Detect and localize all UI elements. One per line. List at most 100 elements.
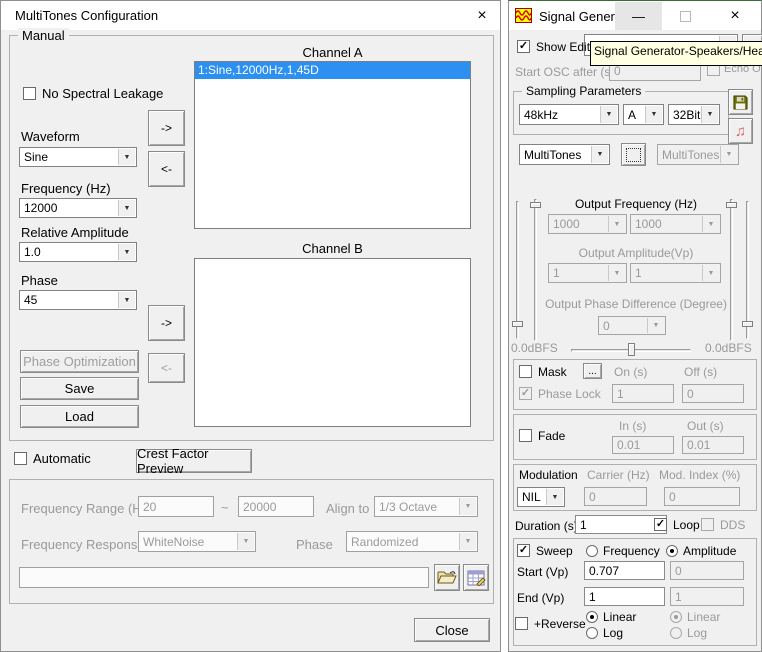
edit-table-button[interactable] [463,564,489,591]
maximize-button[interactable] [662,2,709,30]
mod-index-field[interactable]: 0 [664,487,740,506]
chevron-down-icon[interactable]: ▼ [118,200,135,216]
close-icon: × [730,7,739,25]
no-spectral-leakage-checkbox[interactable]: No Spectral Leakage [23,87,163,102]
chevron-down-icon[interactable]: ▼ [701,106,718,123]
signal-options-button[interactable] [621,143,646,166]
chevron-down-icon[interactable]: ▼ [645,106,662,123]
show-editor-checkbox[interactable]: ✓ Show Editor [517,40,601,54]
play-notes-button[interactable]: ♫ [728,118,753,144]
modulation-type-select[interactable]: NIL ▼ [517,487,565,507]
sweep-amplitude-radio[interactable]: Amplitude [666,544,736,558]
slider-handle[interactable] [742,321,753,327]
align-to-select[interactable]: 1/3 Octave ▼ [374,496,478,517]
multitones-titlebar[interactable]: MultiTones Configuration × [1,1,500,30]
scale-a-log-radio[interactable]: Log [586,626,623,640]
save-button[interactable]: Save [20,377,139,400]
output-frequency-a-select[interactable]: 1000 ▼ [548,214,627,234]
sweep-start-b-field[interactable]: 0 [670,561,744,580]
scale-b-linear-radio[interactable]: Linear [670,610,720,624]
mask-on-field[interactable]: 1 [612,384,674,403]
radio-circle [586,627,598,639]
signal-generator-app-icon [515,8,532,23]
mask-more-button[interactable]: ... [583,363,602,379]
fade-in-field[interactable]: 0.01 [612,436,674,454]
minimize-icon: — [632,9,645,24]
channel-a-list[interactable]: 1:Sine,12000Hz,1,45D [194,61,471,229]
phase-select[interactable]: 45 ▼ [19,290,137,310]
phase-optimization-button[interactable]: Phase Optimization [20,350,139,373]
load-button[interactable]: Load [20,405,139,428]
bit-depth-select[interactable]: 32Bit ▼ [668,104,720,125]
multitones-configuration-window: MultiTones Configuration × Manual No Spe… [0,0,501,652]
slider-handle[interactable] [512,321,523,327]
loop-checkbox[interactable]: ✓ Loop [654,518,700,532]
auto-phase-select[interactable]: Randomized ▼ [346,531,478,552]
dds-checkbox[interactable]: DDS [701,518,745,532]
close-dialog-button[interactable]: Close [414,618,490,642]
channel-b-list[interactable] [194,258,471,427]
range-from-field[interactable]: 20 [138,496,214,517]
level-slider-a-outer[interactable] [516,201,519,339]
slider-handle[interactable] [628,343,635,356]
channel-select[interactable]: A ▼ [623,104,664,125]
sweep-frequency-radio[interactable]: Frequency [586,544,660,558]
sweep-checkbox[interactable]: ✓ Sweep [517,544,573,558]
sweep-end-a-field[interactable]: 1 [584,587,665,606]
chevron-down-icon[interactable]: ▼ [591,146,608,163]
range-to-field[interactable]: 20000 [238,496,314,517]
scale-a-linear-radio[interactable]: Linear [586,610,636,624]
remove-from-channel-b-button[interactable]: <- [148,353,185,383]
mask-checkbox[interactable]: Mask [519,365,567,379]
phase-lock-checkbox[interactable]: ✓ Phase Lock [519,387,601,401]
add-to-channel-a-button[interactable]: -> [148,110,185,146]
chevron-down-icon: ▼ [647,318,664,333]
sample-rate-select[interactable]: 48kHz ▼ [519,104,619,125]
sweep-start-a-field[interactable]: 0.707 [584,561,665,580]
checkbox-box: ✓ [654,518,667,531]
mask-off-field[interactable]: 0 [682,384,744,403]
level-slider-b-inner[interactable] [730,199,733,341]
list-item[interactable]: 1:Sine,12000Hz,1,45D [195,62,470,79]
waveform-select[interactable]: Sine ▼ [19,147,137,167]
close-button[interactable]: × [709,2,761,30]
chevron-down-icon[interactable]: ▼ [118,244,135,260]
output-amplitude-a-select[interactable]: 1 ▼ [548,263,627,283]
signal-generator-titlebar[interactable]: Signal Gener... — × [509,1,761,30]
carrier-field[interactable]: 0 [584,487,647,506]
output-frequency-b-select[interactable]: 1000 ▼ [630,214,721,234]
remove-from-channel-a-button[interactable]: <- [148,151,185,187]
chevron-down-icon[interactable]: ▼ [546,489,563,505]
close-button[interactable]: × [467,2,497,30]
chevron-down-icon[interactable]: ▼ [600,106,617,123]
signal-type-b-select[interactable]: MultiTones ▼ [657,144,739,165]
crest-factor-preview-button[interactable]: Crest Factor Preview [136,449,252,473]
sweep-end-b-field[interactable]: 1 [670,587,744,606]
file-path-field[interactable] [19,567,429,588]
slider-handle[interactable] [530,202,541,208]
fade-checkbox[interactable]: Fade [519,429,565,443]
minimize-button[interactable]: — [615,2,662,30]
loop-label: Loop [673,518,700,532]
chevron-down-icon[interactable]: ▼ [118,292,135,308]
save-signal-button[interactable] [728,89,753,115]
frequency-response-select[interactable]: WhiteNoise ▼ [138,531,256,552]
output-phase-difference-select[interactable]: 0 ▼ [598,316,666,335]
signal-type-a-select[interactable]: MultiTones ▼ [519,144,610,165]
fade-out-field[interactable]: 0.01 [682,436,744,454]
scale-b-log-radio[interactable]: Log [670,626,707,640]
frequency-select[interactable]: 12000 ▼ [19,198,137,218]
add-to-channel-b-button[interactable]: -> [148,305,185,341]
manual-group-legend: Manual [18,28,69,43]
slider-handle[interactable] [726,202,737,208]
open-file-button[interactable] [434,564,460,591]
reverse-checkbox[interactable]: +Reverse [515,617,586,631]
automatic-checkbox[interactable]: Automatic [14,452,91,467]
frequency-value: 12000 [24,201,57,215]
level-slider-b-outer[interactable] [746,201,749,339]
frequency-label: Frequency (Hz) [21,181,111,196]
level-slider-a-inner[interactable] [534,199,537,341]
relative-amplitude-select[interactable]: 1.0 ▼ [19,242,137,262]
chevron-down-icon[interactable]: ▼ [118,149,135,165]
output-amplitude-b-select[interactable]: 1 ▼ [630,263,721,283]
